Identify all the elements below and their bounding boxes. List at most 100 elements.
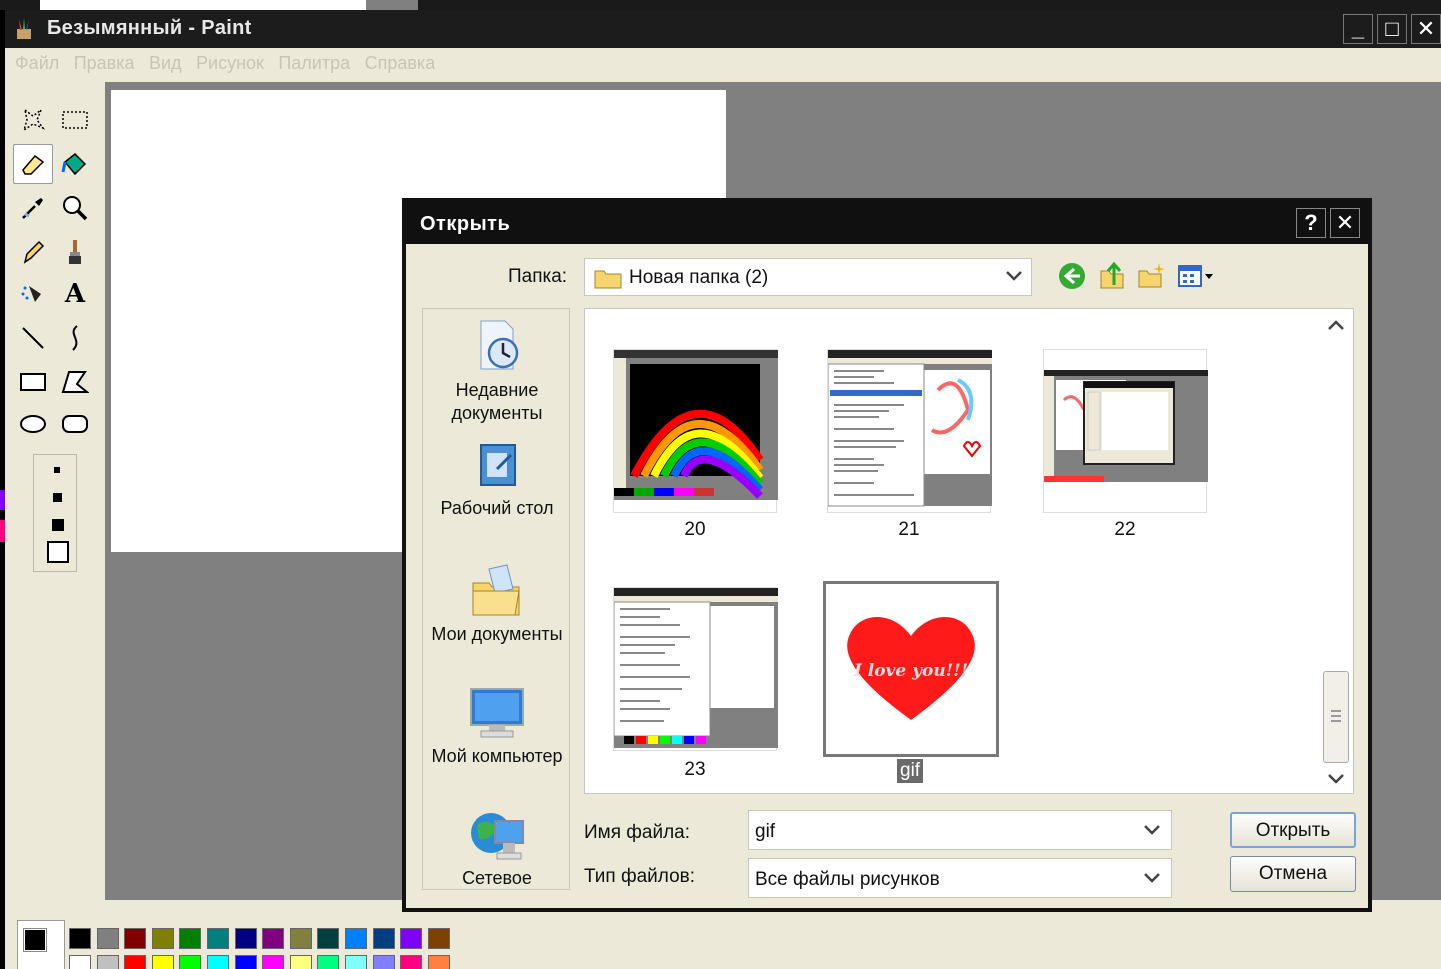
file-thumbnail xyxy=(1043,349,1208,513)
palette-swatch[interactable] xyxy=(124,928,147,949)
palette-swatch[interactable] xyxy=(179,928,202,949)
file-list: 20 21 22 23 I love you!!! gif xyxy=(584,308,1354,794)
palette-swatch[interactable] xyxy=(427,928,450,949)
rectangle-tool-icon[interactable] xyxy=(13,362,53,402)
dialog-title: Открыть xyxy=(420,213,511,235)
file-name: 22 xyxy=(1114,519,1136,540)
recent-documents-icon xyxy=(480,320,519,370)
scroll-thumb[interactable] xyxy=(1323,671,1349,763)
menu-help[interactable]: Справка xyxy=(365,53,436,74)
chevron-down-icon xyxy=(1006,271,1022,281)
palette-swatch[interactable] xyxy=(207,955,229,969)
open-dialog: Открыть ? ✕ Папка: Новая папка (2) Недав… xyxy=(402,198,1372,912)
up-folder-icon[interactable] xyxy=(1094,258,1130,294)
palette-swatch[interactable] xyxy=(289,928,312,949)
rect-select-icon[interactable] xyxy=(55,100,95,140)
scroll-down-icon[interactable] xyxy=(1327,771,1345,787)
chevron-down-icon[interactable] xyxy=(1143,871,1161,885)
look-in-dropdown[interactable]: Новая папка (2) xyxy=(584,258,1032,296)
close-button[interactable]: ✕ xyxy=(1411,14,1441,44)
open-button[interactable]: Открыть xyxy=(1230,812,1356,848)
ellipse-tool-icon[interactable] xyxy=(13,404,53,444)
minimize-button[interactable]: _ xyxy=(1343,14,1373,44)
current-colors xyxy=(17,920,65,969)
new-folder-icon[interactable] xyxy=(1134,258,1170,294)
folder-icon xyxy=(594,270,622,289)
cancel-button[interactable]: Отмена xyxy=(1230,856,1356,892)
palette-swatch[interactable] xyxy=(234,928,257,949)
place-my-computer[interactable]: Мой компьютер xyxy=(423,685,569,768)
line-tool-icon[interactable] xyxy=(13,318,53,358)
palette-swatch[interactable] xyxy=(69,955,91,969)
free-select-icon[interactable] xyxy=(13,100,53,140)
palette-swatch[interactable] xyxy=(289,955,312,969)
rounded-rect-tool-icon[interactable] xyxy=(55,404,95,444)
palette-swatch[interactable] xyxy=(151,955,174,969)
scroll-up-icon[interactable] xyxy=(1327,317,1345,333)
paint-app-icon xyxy=(17,18,31,39)
menu-edit[interactable]: Правка xyxy=(74,53,135,74)
file-name: 23 xyxy=(684,759,706,780)
palette-swatch[interactable] xyxy=(96,955,119,969)
eraser-icon[interactable] xyxy=(13,144,53,184)
palette-swatch[interactable] xyxy=(427,955,450,969)
dialog-title-bar: Открыть ? ✕ xyxy=(406,202,1368,244)
palette-swatch[interactable] xyxy=(317,955,340,969)
palette-swatch[interactable] xyxy=(151,928,174,949)
file-thumbnail xyxy=(827,349,992,513)
curve-tool-icon[interactable] xyxy=(55,318,95,358)
color-picker-icon[interactable] xyxy=(13,188,53,228)
maximize-button[interactable]: □ xyxy=(1377,14,1407,44)
menu-file[interactable]: Файл xyxy=(15,53,59,74)
desktop-icon xyxy=(480,444,516,486)
places-bar: Недавние документы Рабочий стол Мои доку… xyxy=(422,308,570,890)
brush-icon[interactable] xyxy=(55,232,95,272)
text-tool-icon[interactable]: A xyxy=(55,274,95,314)
palette-swatch[interactable] xyxy=(400,955,423,969)
place-recent-documents[interactable]: Недавние документы xyxy=(423,319,569,425)
help-button[interactable]: ? xyxy=(1296,208,1326,238)
size-medium-option[interactable] xyxy=(53,493,62,502)
palette-swatch[interactable] xyxy=(179,955,202,969)
filename-label: Имя файла: xyxy=(584,822,691,843)
size-xlarge-option[interactable] xyxy=(47,541,69,563)
filename-value: gif xyxy=(755,821,776,842)
airbrush-icon[interactable] xyxy=(13,274,53,314)
palette-swatch[interactable] xyxy=(69,928,91,949)
file-thumbnail xyxy=(613,587,778,751)
menu-colors[interactable]: Палитра xyxy=(278,53,350,74)
magnifier-icon[interactable] xyxy=(55,188,95,228)
view-menu-icon[interactable] xyxy=(1174,258,1218,294)
place-my-documents[interactable]: Мои документы xyxy=(423,563,569,646)
palette-swatch[interactable] xyxy=(234,955,257,969)
filename-input[interactable]: gif xyxy=(748,810,1172,850)
place-network[interactable]: Сетевое xyxy=(423,807,569,889)
look-in-value: Новая папка (2) xyxy=(629,267,769,288)
size-small-option[interactable] xyxy=(54,467,60,473)
palette-swatch[interactable] xyxy=(345,955,367,969)
palette-swatch[interactable] xyxy=(262,928,285,949)
menu-image[interactable]: Рисунок xyxy=(196,53,264,74)
pencil-icon[interactable] xyxy=(13,232,53,272)
file-name: 20 xyxy=(684,519,706,540)
menu-view[interactable]: Вид xyxy=(149,53,182,74)
polygon-tool-icon[interactable] xyxy=(55,362,95,402)
palette-swatch[interactable] xyxy=(372,955,395,969)
filetype-dropdown[interactable]: Все файлы рисунков xyxy=(748,858,1172,898)
fill-bucket-icon[interactable] xyxy=(55,144,95,184)
palette-swatch[interactable] xyxy=(96,928,119,949)
back-icon[interactable] xyxy=(1054,258,1090,294)
palette-swatch[interactable] xyxy=(400,928,423,949)
palette-swatch[interactable] xyxy=(124,955,147,969)
size-large-option[interactable] xyxy=(52,519,64,531)
palette-swatch[interactable] xyxy=(372,928,395,949)
toolbox: A xyxy=(5,82,105,900)
palette-swatch[interactable] xyxy=(262,955,285,969)
palette-swatch[interactable] xyxy=(207,928,229,949)
palette-swatch[interactable] xyxy=(317,928,340,949)
vertical-scrollbar[interactable] xyxy=(1323,313,1349,789)
place-desktop[interactable]: Рабочий стол xyxy=(423,441,569,520)
dialog-close-button[interactable]: ✕ xyxy=(1330,208,1360,238)
palette-swatch[interactable] xyxy=(345,928,367,949)
chevron-down-icon[interactable] xyxy=(1143,823,1161,837)
